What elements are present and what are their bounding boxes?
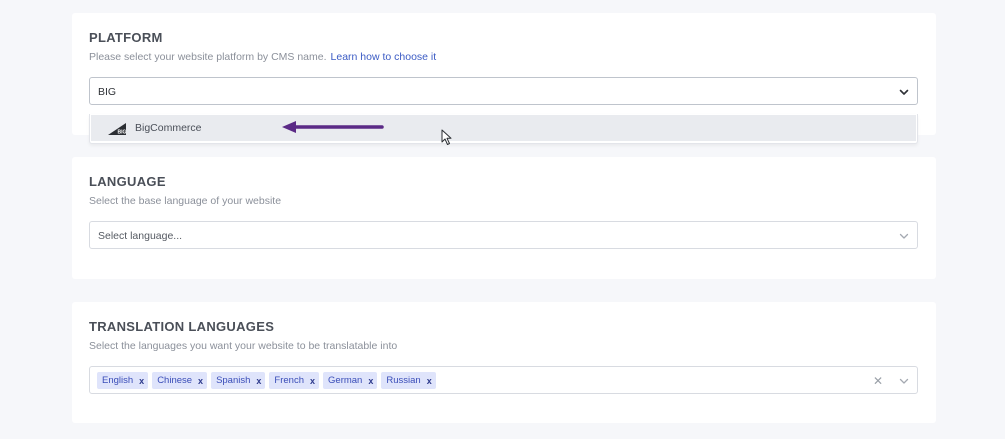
tag-english: English x [97,372,149,389]
tag-french: French x [269,372,320,389]
tag-remove-icon[interactable]: x [310,376,315,386]
learn-how-link[interactable]: Learn how to choose it [331,51,437,63]
tag-label: Chinese [157,375,193,386]
annotation-arrow-icon [280,119,386,140]
platform-select[interactable]: BIG [89,77,918,105]
selected-tags: English x Chinese x Spanish x French x Germa… [97,372,436,389]
chevron-down-icon[interactable] [899,376,909,386]
platform-search-input[interactable]: BIG [98,86,116,98]
chevron-down-icon[interactable] [899,87,909,97]
translation-languages-select[interactable]: English x Chinese x Spanish x French x Germa… [89,366,918,394]
tag-label: Russian [386,375,421,386]
chevron-down-icon[interactable] [899,231,909,241]
bigcommerce-logo-icon: BIG [108,122,127,140]
tag-russian: Russian x [381,372,436,389]
language-card: LANGUAGE Select the base language of you… [72,157,936,279]
tag-chinese: Chinese x [152,372,208,389]
tag-german: German x [323,372,378,389]
platform-description: Please select your website platform by C… [89,51,436,63]
option-bigcommerce[interactable]: BIG BigCommerce [91,115,916,141]
translation-description: Select the languages you want your websi… [89,340,398,352]
tag-label: French [274,375,304,386]
tag-remove-icon[interactable]: x [139,376,144,386]
platform-description-text: Please select your website platform by C… [89,51,327,63]
tag-label: German [328,375,363,386]
tag-label: English [102,375,134,386]
svg-text:BIG: BIG [118,130,127,136]
language-title: LANGUAGE [89,174,166,189]
tag-remove-icon[interactable]: x [256,376,261,386]
tag-remove-icon[interactable]: x [368,376,373,386]
tag-label: Spanish [216,375,251,386]
tag-spanish: Spanish x [211,372,266,389]
language-placeholder: Select language... [98,230,183,242]
translation-title: TRANSLATION LANGUAGES [89,319,275,334]
platform-dropdown-menu: BIG BigCommerce [89,114,918,144]
clear-all-icon[interactable]: ✕ [873,374,883,388]
platform-title: PLATFORM [89,30,163,45]
translation-languages-card: TRANSLATION LANGUAGES Select the languag… [72,302,936,423]
mouse-cursor-icon [441,129,453,151]
tag-remove-icon[interactable]: x [427,376,432,386]
tag-remove-icon[interactable]: x [198,376,203,386]
language-select[interactable]: Select language... [89,221,918,249]
option-label: BigCommerce [135,122,202,134]
language-description: Select the base language of your website [89,195,282,207]
